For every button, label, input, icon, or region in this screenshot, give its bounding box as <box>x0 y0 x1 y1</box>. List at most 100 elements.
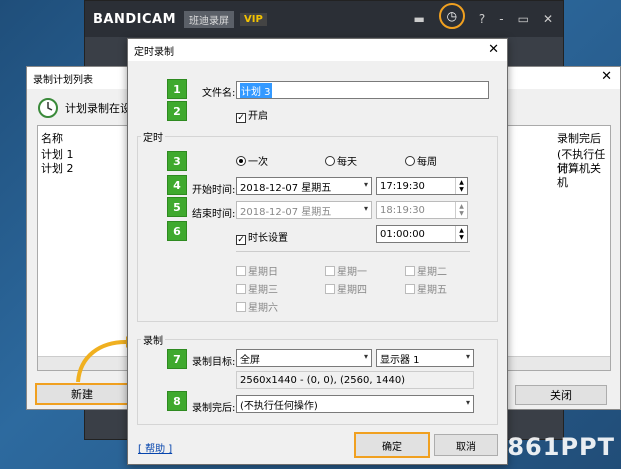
enable-checkbox[interactable]: ✓ 开启 <box>236 107 268 123</box>
start-time-label: 开始时间: <box>192 185 236 196</box>
minimize-icon[interactable]: - <box>499 12 503 26</box>
radio-once-label: 一次 <box>248 157 268 168</box>
step-badge-7: 7 <box>167 349 187 369</box>
schedule-record-dialog: 定时录制 ✕ 1 文件名: 计划 3 2 ✓ 开启 定时 3 一次 每天 每周 4… <box>127 38 508 465</box>
dialog-close-icon[interactable]: ✕ <box>488 42 499 57</box>
duration-input[interactable]: 01:00:00 ▲ ▼ <box>376 225 468 243</box>
display-value: 显示器 1 <box>380 354 420 366</box>
after-record-select[interactable]: (不执行任何操作) ▾ <box>236 395 474 413</box>
radio-icon <box>325 156 335 166</box>
radio-once[interactable]: 一次 <box>236 153 268 168</box>
end-time-label: 结束时间: <box>192 209 236 220</box>
step-badge-8: 8 <box>167 391 187 411</box>
step-badge-5: 5 <box>167 197 187 217</box>
step-badge-2: 2 <box>167 101 187 121</box>
weekday-sat-checkbox: 星期六 <box>236 299 278 314</box>
table-cell: 计算机关机 <box>557 162 601 189</box>
filename-input[interactable]: 计划 3 <box>236 81 489 99</box>
column-header-end-action[interactable]: 录制完后 <box>557 132 601 146</box>
close-icon[interactable]: ✕ <box>543 12 553 26</box>
weekday-label: 星期六 <box>248 303 278 314</box>
spin-buttons-icon[interactable]: ▲ ▼ <box>455 178 467 194</box>
watermark: 861PPT <box>507 433 615 461</box>
weekday-wed-checkbox: 星期三 <box>236 281 278 296</box>
timing-group-title: 定时 <box>141 129 165 144</box>
step-badge-6: 6 <box>167 221 187 241</box>
record-target-select[interactable]: 全屏 ▾ <box>236 349 372 367</box>
record-target-label: 录制目标: <box>192 357 236 368</box>
weekday-thu-checkbox: 星期四 <box>325 281 367 296</box>
dialog-title: 定时录制 <box>134 46 174 58</box>
folder-icon[interactable]: ▬ <box>414 12 425 26</box>
curved-arrow-icon <box>76 336 132 383</box>
radio-icon <box>405 156 415 166</box>
start-date-value: 2018-12-07 星期五 <box>240 182 332 194</box>
start-time-value: 17:19:30 <box>380 180 425 192</box>
weekday-label: 星期一 <box>337 267 367 278</box>
after-record-value: (不执行任何操作) <box>240 400 318 412</box>
radio-daily-label: 每天 <box>337 157 357 168</box>
weekday-label: 星期四 <box>337 285 367 296</box>
checkbox-icon <box>236 302 246 312</box>
weekday-label: 星期五 <box>417 285 447 296</box>
filename-label: 文件名: <box>202 88 236 99</box>
target-info-value: 2560x1440 - (0, 0), (2560, 1440) <box>240 374 406 386</box>
checkbox-icon <box>325 266 335 276</box>
maximize-icon[interactable]: ▭ <box>518 12 529 26</box>
chevron-down-icon: ▾ <box>465 352 470 361</box>
weekday-label: 星期二 <box>417 267 447 278</box>
step-badge-1: 1 <box>167 79 187 99</box>
spin-buttons-icon[interactable]: ▲ ▼ <box>455 226 467 242</box>
bandicam-logo: BANDICAM <box>93 11 177 27</box>
step-badge-3: 3 <box>167 151 187 171</box>
end-time-value: 18:19:30 <box>380 204 425 216</box>
radio-weekly[interactable]: 每周 <box>405 153 437 168</box>
weekday-sun-checkbox: 星期日 <box>236 263 278 278</box>
table-row[interactable]: 计划 2 <box>41 162 74 176</box>
checkbox-icon <box>405 284 415 294</box>
close-list-button[interactable]: 关闭 <box>515 385 607 405</box>
help-link[interactable]: [ 帮助 ] <box>138 440 172 455</box>
weekday-label: 星期三 <box>248 285 278 296</box>
duration-value: 01:00:00 <box>380 228 425 240</box>
help-icon[interactable]: ? <box>479 12 485 26</box>
record-group-title: 录制 <box>141 332 165 347</box>
column-header-name[interactable]: 名称 <box>41 132 63 146</box>
calendar-dropdown-icon: ▾ <box>363 180 368 189</box>
end-time-input: 18:19:30 ▲ ▼ <box>376 201 468 219</box>
checkbox-icon <box>236 284 246 294</box>
ok-button[interactable]: 确定 <box>354 432 430 458</box>
table-row[interactable]: 计划 1 <box>41 148 74 162</box>
checkbox-icon <box>405 266 415 276</box>
start-time-input[interactable]: 17:19:30 ▲ ▼ <box>376 177 468 195</box>
weekday-label: 星期日 <box>248 267 278 278</box>
schedule-clock-icon <box>38 98 58 118</box>
radio-daily[interactable]: 每天 <box>325 153 357 168</box>
chevron-down-icon: ▾ <box>465 398 470 407</box>
record-target-value: 全屏 <box>240 354 260 366</box>
schedule-list-title: 录制计划列表 <box>33 74 93 86</box>
checkbox-icon: ✓ <box>236 113 246 123</box>
end-date-picker: 2018-12-07 星期五 ▾ <box>236 201 372 219</box>
radio-weekly-label: 每周 <box>417 157 437 168</box>
dialog-titlebar: 定时录制 <box>128 39 507 61</box>
duration-label: 时长设置 <box>248 233 288 244</box>
schedule-list-close-icon[interactable]: ✕ <box>601 69 612 84</box>
enable-label: 开启 <box>248 111 268 122</box>
new-schedule-button[interactable]: 新建 <box>35 383 129 405</box>
display-select[interactable]: 显示器 1 ▾ <box>376 349 474 367</box>
duration-checkbox[interactable]: ✓ 时长设置 <box>236 229 288 245</box>
weekday-fri-checkbox: 星期五 <box>405 281 447 296</box>
end-date-value: 2018-12-07 星期五 <box>240 206 332 218</box>
scheduler-clock-icon[interactable]: ◷ <box>438 3 465 29</box>
radio-icon <box>236 156 246 166</box>
schedule-list-header: 计划录制在设 <box>37 97 131 119</box>
start-date-picker[interactable]: 2018-12-07 星期五 ▾ <box>236 177 372 195</box>
filename-value: 计划 3 <box>240 82 272 98</box>
bandicam-titlebar: BANDICAM 班迪录屏 VIP ▬ ◷ ? - ▭ ✕ <box>85 1 563 37</box>
checkbox-icon <box>325 284 335 294</box>
cancel-button[interactable]: 取消 <box>434 434 498 456</box>
weekday-mon-checkbox: 星期一 <box>325 263 367 278</box>
after-record-label: 录制完后: <box>192 403 236 414</box>
weekday-tue-checkbox: 星期二 <box>405 263 447 278</box>
